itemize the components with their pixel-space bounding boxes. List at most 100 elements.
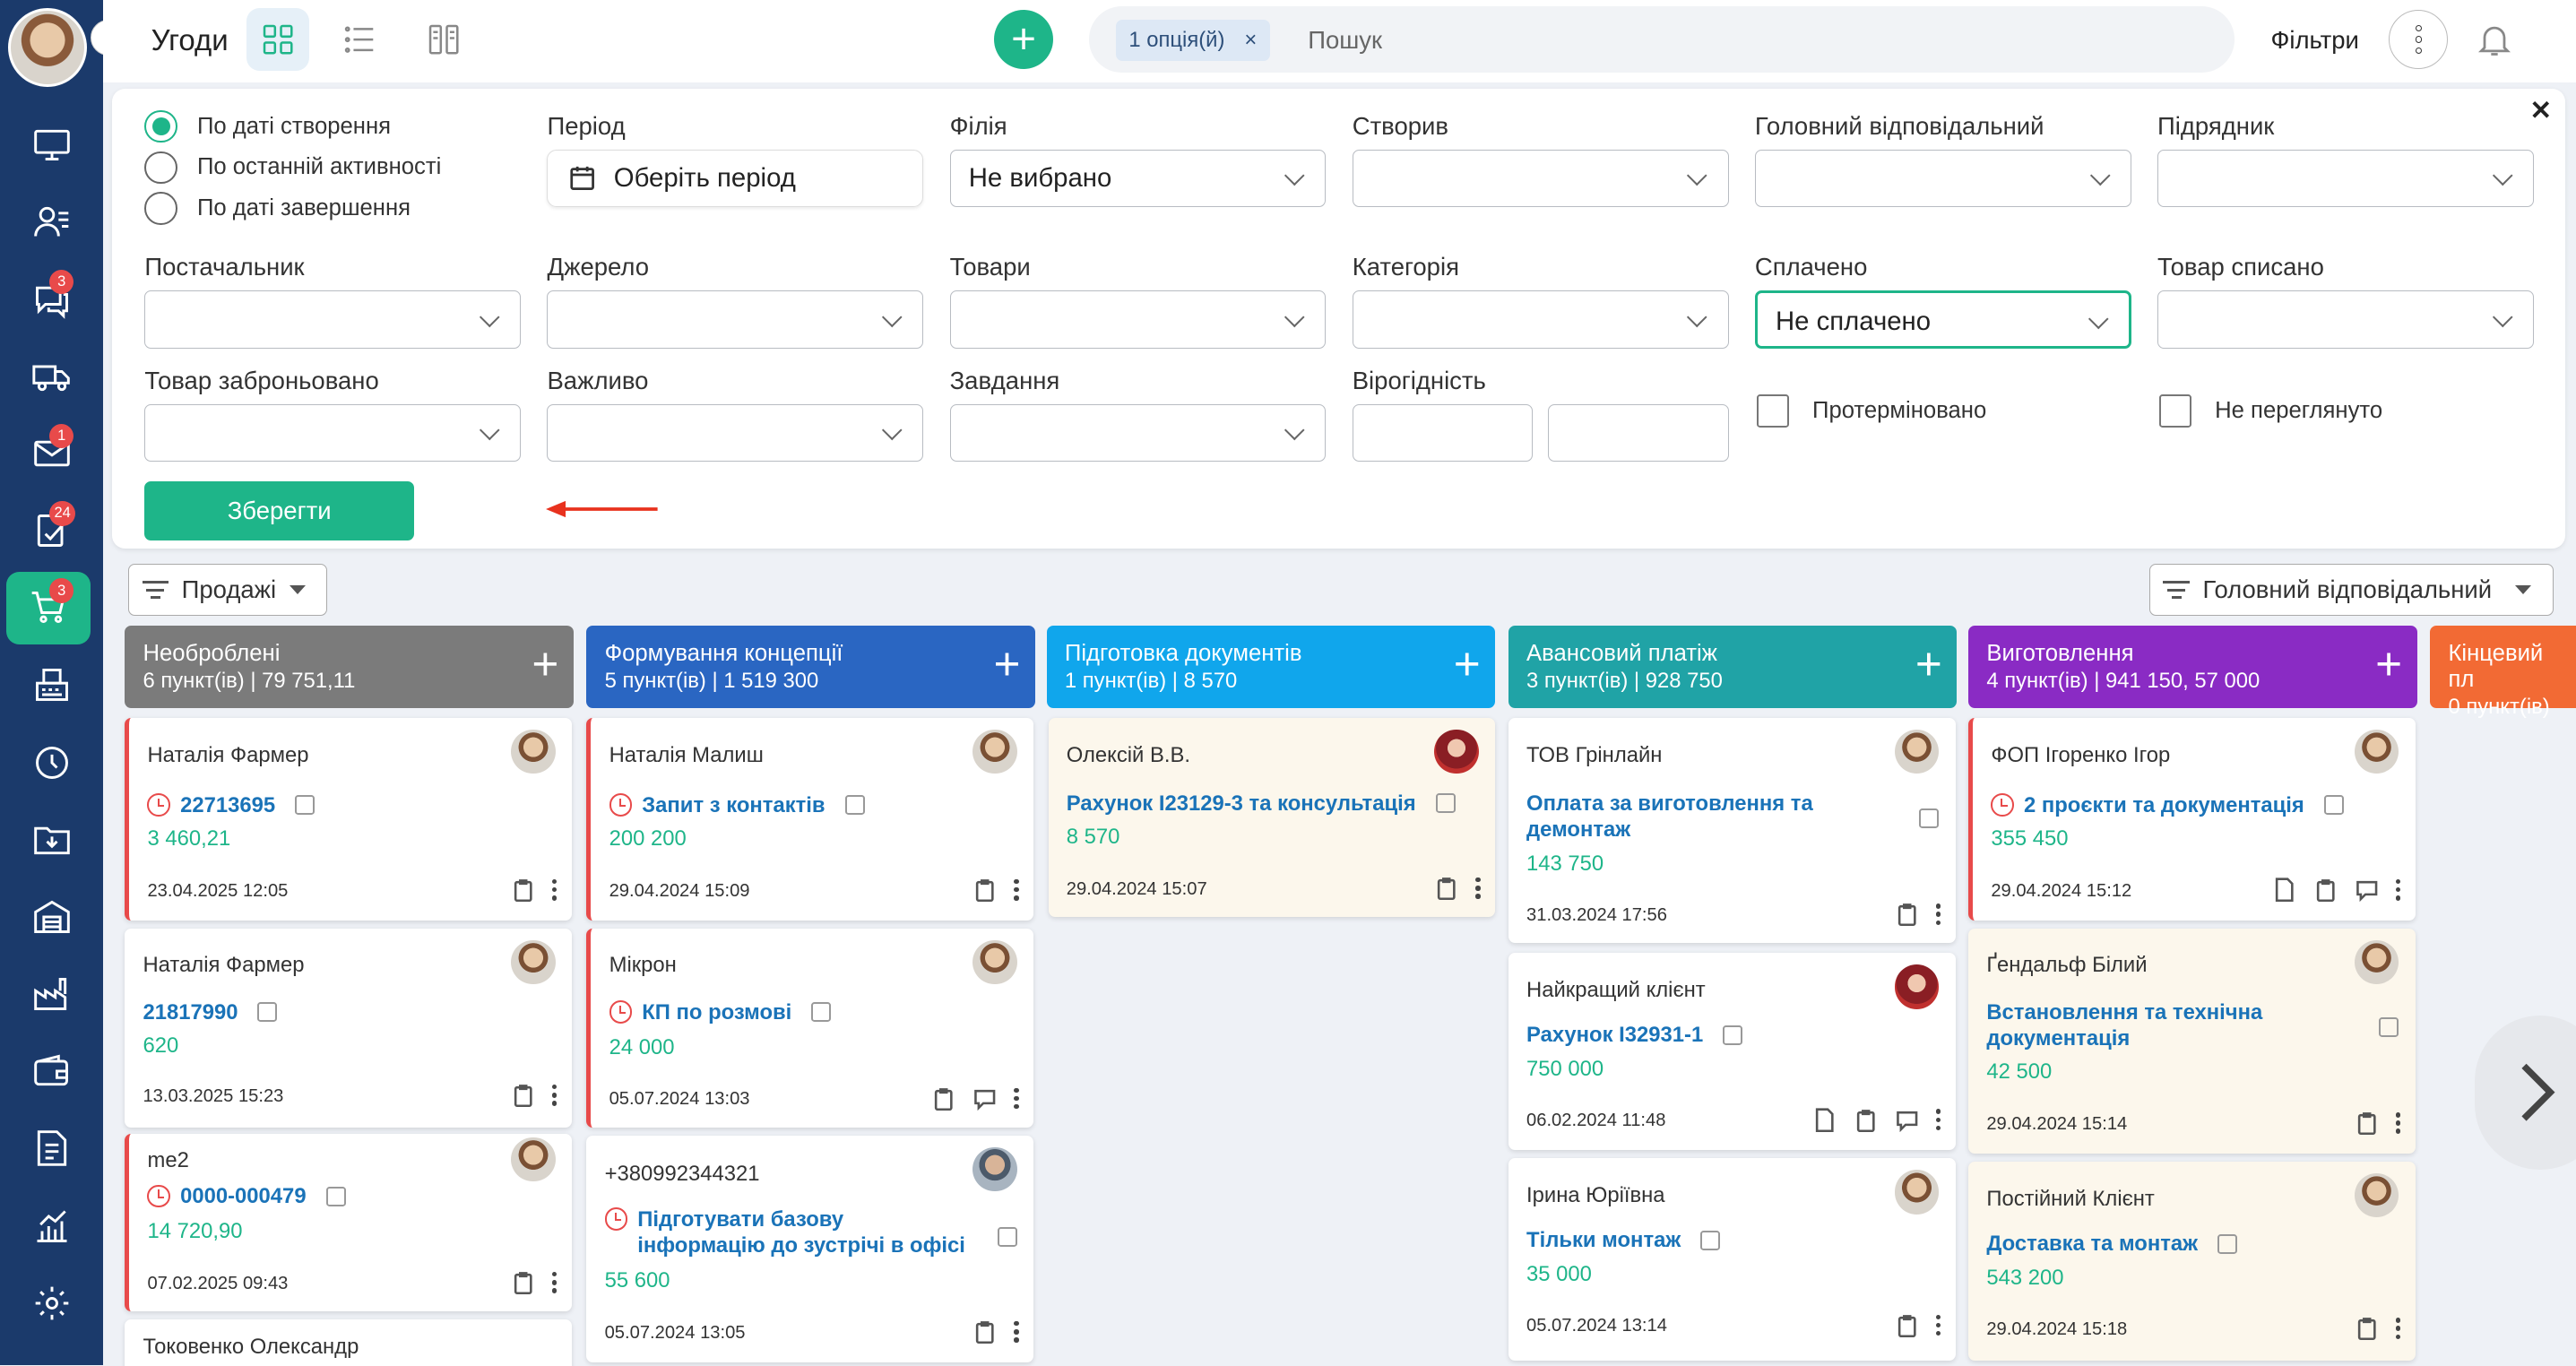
external-link-icon[interactable] [1435,793,1456,814]
deal-link[interactable]: 0000-000479 [147,1183,346,1209]
columns-view-button[interactable] [412,8,475,71]
sidebar-item-chat[interactable]: 3 [0,263,103,335]
external-link-icon[interactable] [257,1002,278,1023]
scroll-right-button[interactable] [2474,1015,2576,1171]
external-link-icon[interactable] [1700,1231,1721,1251]
more-vert-icon[interactable] [1014,1320,1019,1343]
more-vert-icon[interactable] [1014,1087,1019,1110]
add-deal-button[interactable]: + [994,9,1054,69]
deal-link[interactable]: Тільки монтаж [1526,1227,1721,1253]
sidebar-item-time[interactable] [0,726,103,799]
written-off-select[interactable] [2157,290,2534,349]
probability-from-input[interactable] [1352,403,1534,463]
external-link-icon[interactable] [2217,1233,2238,1254]
deal-card[interactable]: me2 0000-000479 14 720,90 07.02.2025 09:… [125,1133,572,1311]
add-card-button[interactable]: + [2375,641,2402,687]
contractor-select[interactable] [2157,149,2534,207]
radio-by-last-activity[interactable]: По останній активності [144,151,441,185]
sidebar-item-delivery[interactable] [0,340,103,412]
radio-by-completion-date[interactable]: По даті завершення [144,192,411,226]
filters-button[interactable]: Фільтри [2270,26,2358,55]
supplier-select[interactable] [144,290,522,349]
more-vert-icon[interactable] [1475,877,1481,899]
deal-link[interactable]: Оплата за виготовлення та демонтаж [1526,791,1855,843]
reserved-select[interactable] [144,403,522,463]
sidebar-item-files[interactable] [0,803,103,876]
sidebar-item-deals[interactable]: 3 [6,571,91,644]
external-link-icon[interactable] [844,795,865,816]
clipboard-icon[interactable] [511,878,535,902]
deal-card[interactable]: +380992344321 Підготувати базову інформа… [586,1135,1034,1362]
external-link-icon[interactable] [811,1002,832,1023]
sidebar-item-desktop[interactable] [0,108,103,181]
kanban-view-button[interactable] [246,8,309,71]
document-icon[interactable] [2272,878,2296,902]
sidebar-item-settings[interactable] [0,1267,103,1339]
category-select[interactable] [1352,290,1729,349]
external-link-icon[interactable] [325,1186,346,1206]
funnel-select[interactable]: Продажі [127,563,327,617]
sidebar-item-analytics[interactable] [0,1189,103,1262]
add-card-button[interactable]: + [532,641,558,687]
clipboard-icon[interactable] [931,1086,955,1111]
comment-icon[interactable] [972,1086,997,1111]
deal-link[interactable]: 21817990 [143,999,278,1025]
clipboard-icon[interactable] [2355,1316,2379,1341]
deal-card[interactable]: Наталія Малиш Запит з контактів 200 200 … [586,718,1034,921]
deal-card[interactable]: Найкращий клієнт Рахунок І32931-1 750 00… [1508,953,1956,1151]
deal-card[interactable]: Наталія Фармер 22713695 3 460,21 23.04.2… [125,718,572,921]
more-vert-icon[interactable] [1935,1314,1941,1336]
sidebar-item-mail[interactable]: 1 [0,418,103,490]
radio-by-creation-date[interactable]: По даті створення [144,109,391,143]
more-vert-icon[interactable] [551,1084,558,1106]
period-picker[interactable]: Оберіть період [547,149,924,207]
deal-card[interactable]: Мікрон КП по розмові 24 000 05.07.2024 1… [586,928,1034,1128]
sidebar-item-reports[interactable] [0,1112,103,1185]
more-vert-icon[interactable] [2395,878,2401,901]
search-input[interactable]: Пошук [1308,26,1382,55]
add-card-button[interactable]: + [1915,641,1942,687]
external-link-icon[interactable] [997,1227,1017,1248]
more-vert-icon[interactable] [1014,878,1019,901]
branch-select[interactable]: Не вибрано [949,149,1327,207]
add-card-button[interactable]: + [993,641,1020,687]
sidebar-item-finance[interactable] [0,1035,103,1108]
notifications-button[interactable] [2475,20,2514,66]
comment-icon[interactable] [1895,1108,1919,1132]
deal-card[interactable]: ТОВ Грінлайн Оплата за виготовлення та д… [1508,718,1956,944]
more-options-button[interactable] [2389,9,2449,69]
more-vert-icon[interactable] [1935,903,1941,926]
deal-link[interactable]: 22713695 [147,792,316,818]
user-avatar[interactable] [8,8,88,88]
external-link-icon[interactable] [2323,795,2344,816]
deal-card[interactable]: ФОП Ігоренко Ігор 2 проєкти та документа… [1968,718,2416,921]
overdue-checkbox[interactable]: Протерміновано [1756,393,1986,428]
deal-card[interactable]: Токовенко Олександр [125,1319,572,1366]
comment-icon[interactable] [2355,878,2379,903]
source-select[interactable] [547,290,924,349]
clipboard-icon[interactable] [1854,1108,1878,1132]
clipboard-icon[interactable] [2313,878,2338,902]
probability-to-input[interactable] [1547,403,1729,463]
deal-link[interactable]: Встановлення та технічна документація [1986,999,2315,1052]
sidebar-item-warehouse[interactable] [0,881,103,954]
unviewed-checkbox[interactable]: Не переглянуто [2158,393,2382,428]
important-select[interactable] [547,403,924,463]
more-vert-icon[interactable] [2395,1318,2401,1339]
created-by-select[interactable] [1352,149,1729,207]
main-responsible-select[interactable] [1754,149,2131,207]
sidebar-item-production[interactable] [0,958,103,1031]
save-filter-button[interactable]: Зберегти [144,481,414,541]
more-vert-icon[interactable] [1935,1109,1941,1131]
external-link-icon[interactable] [295,795,316,816]
deal-link[interactable]: Доставка та монтаж [1986,1231,2238,1257]
more-vert-icon[interactable] [551,878,558,901]
external-link-icon[interactable] [2379,1016,2399,1037]
deal-link[interactable]: 2 проєкти та документація [1991,792,2344,818]
clipboard-icon[interactable] [511,1083,535,1108]
tasks-select[interactable] [949,403,1327,463]
filter-chip[interactable]: 1 опція(й) × [1115,19,1270,61]
clipboard-icon[interactable] [972,1319,997,1344]
deal-link[interactable]: Підготувати базову інформацію до зустріч… [604,1206,966,1259]
more-vert-icon[interactable] [2395,1112,2401,1134]
